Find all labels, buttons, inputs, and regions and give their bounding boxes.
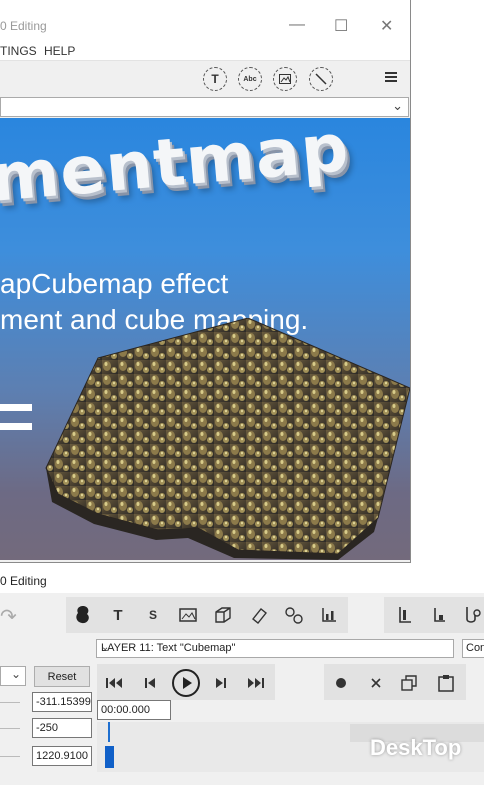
timeline-window-title: 0 Editing xyxy=(0,574,47,588)
chart-tool-icon[interactable] xyxy=(318,604,340,626)
hamburger-menu-icon[interactable] xyxy=(385,70,399,84)
skip-to-start-icon[interactable] xyxy=(103,672,125,694)
image-layer-icon[interactable] xyxy=(177,604,199,626)
layer-select[interactable]: LAYER 11: Text "Cubemap" ⌄ xyxy=(96,639,454,658)
timeline-title-bar xyxy=(0,567,484,593)
slash-tool-icon[interactable] xyxy=(309,67,333,91)
property-select[interactable]: ⌄ xyxy=(0,666,26,686)
shape-blob-icon[interactable] xyxy=(72,604,94,626)
text-tool-icon[interactable]: T xyxy=(203,67,227,91)
skip-to-end-icon[interactable] xyxy=(245,672,267,694)
terrain-3d-object xyxy=(45,318,410,560)
delete-icon[interactable] xyxy=(365,672,387,694)
divider xyxy=(0,728,20,729)
chevron-down-icon: ⌄ xyxy=(101,642,110,653)
particles-icon[interactable] xyxy=(283,604,305,626)
con-select-value: Con xyxy=(466,642,484,654)
watermark-logo: DeskTop xyxy=(370,735,462,760)
redo-icon[interactable]: ↷ xyxy=(0,604,17,629)
step-back-icon[interactable] xyxy=(139,672,161,694)
position-y-field[interactable]: -250 xyxy=(32,718,92,738)
duplicate-icon[interactable] xyxy=(398,672,420,694)
image-tool-icon[interactable] xyxy=(273,67,297,91)
playhead-handle[interactable] xyxy=(105,746,114,768)
position-z-field[interactable]: 1220.9100 xyxy=(32,746,92,766)
window-title: 0 Editing xyxy=(0,19,47,33)
layer-align-icon[interactable] xyxy=(394,604,416,626)
clipboard-icon[interactable] xyxy=(435,672,457,694)
3d-box-icon[interactable] xyxy=(212,604,234,626)
layer-bottom-icon[interactable] xyxy=(428,604,450,626)
divider xyxy=(0,756,20,757)
maximize-button[interactable]: ☐ xyxy=(334,16,348,36)
chevron-down-icon: ⌄ xyxy=(392,98,403,113)
divider xyxy=(0,702,20,703)
reset-button[interactable]: Reset xyxy=(34,666,90,687)
subtitle-layer-icon[interactable]: S xyxy=(142,604,164,626)
preview-line-1: apCubemap effect xyxy=(0,268,229,299)
composition-select[interactable]: ⌄ xyxy=(0,97,409,117)
equals-glyph xyxy=(0,404,32,442)
position-x-field[interactable]: -311.15399 xyxy=(32,692,92,712)
con-select[interactable]: Con xyxy=(462,639,484,658)
preview-heading: mentmap xyxy=(0,118,353,217)
text-layer-icon[interactable]: T xyxy=(107,604,129,626)
position-x-value: -311.15399 xyxy=(36,696,91,708)
chevron-down-icon: ⌄ xyxy=(11,667,22,681)
record-icon[interactable] xyxy=(330,672,352,694)
minimize-button[interactable]: — xyxy=(289,16,305,34)
link-layer-icon[interactable] xyxy=(462,604,484,626)
menu-settings[interactable]: TINGS xyxy=(0,44,37,58)
playhead-marker[interactable] xyxy=(108,722,110,742)
timecode-field[interactable]: 00:00.000 xyxy=(97,700,171,720)
abc-text-icon[interactable]: Abc xyxy=(238,67,262,91)
title-bar xyxy=(0,0,410,40)
play-button[interactable] xyxy=(171,668,201,698)
position-y-value: -250 xyxy=(36,722,59,734)
menu-help[interactable]: HELP xyxy=(44,44,75,58)
preview-canvas[interactable]: mentmap apCubemap effect ment and cube m… xyxy=(0,118,410,560)
timecode-value: 00:00.000 xyxy=(101,704,150,716)
close-button[interactable]: ✕ xyxy=(380,16,393,36)
step-forward-icon[interactable] xyxy=(210,672,232,694)
position-z-value: 1220.9100 xyxy=(36,750,88,762)
eraser-icon[interactable] xyxy=(248,604,270,626)
